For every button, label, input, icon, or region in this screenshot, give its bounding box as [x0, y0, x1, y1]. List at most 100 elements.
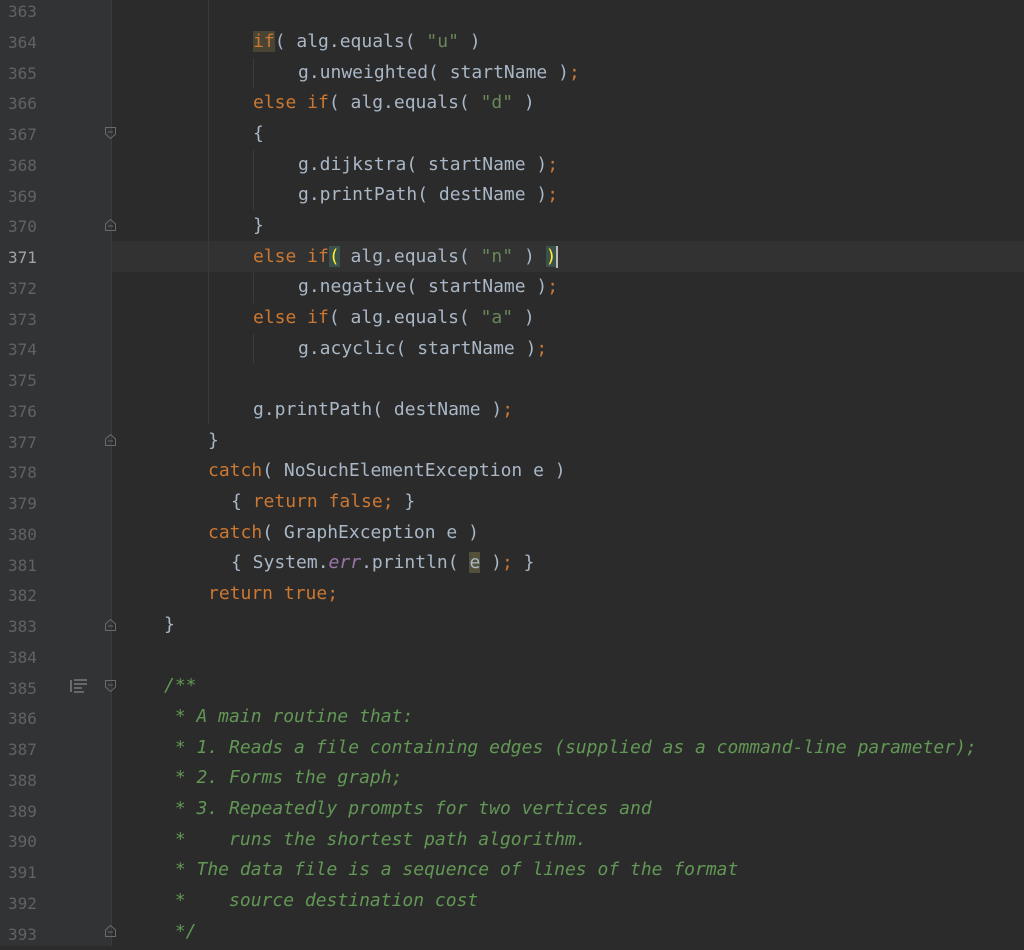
code-line-373[interactable]: else if( alg.equals( "a" )	[253, 303, 535, 334]
code-text: )	[459, 31, 481, 52]
code-text: ( alg.equals(	[275, 31, 427, 52]
doc-comment-line[interactable]: * runs the shortest path algorithm.	[164, 825, 587, 856]
code-line-364[interactable]: if( alg.equals( "u" )	[253, 27, 481, 58]
code-line-365[interactable]: g.unweighted( startName );	[298, 58, 580, 89]
line-number[interactable]: 368	[8, 151, 48, 182]
keyword: return false	[253, 491, 383, 512]
code-text: {	[231, 491, 253, 512]
semicolon: ;	[327, 583, 338, 604]
line-number[interactable]: 364	[8, 28, 48, 59]
code-line-379[interactable]: { return false; }	[231, 487, 415, 518]
gutter-separator	[111, 0, 112, 946]
code-editor[interactable]: 3633643653663673683693703713723733743753…	[0, 0, 1024, 946]
line-number[interactable]: 386	[8, 704, 48, 735]
line-number[interactable]: 378	[8, 458, 48, 489]
render-doc-icon[interactable]	[70, 679, 88, 693]
code-line-368[interactable]: g.dijkstra( startName );	[298, 150, 558, 181]
code-text: ( alg.equals(	[329, 307, 481, 328]
line-number[interactable]: 369	[8, 182, 48, 213]
code-text: g.negative( startName )	[298, 276, 547, 297]
keyword: else if	[253, 246, 329, 267]
doc-comment-line[interactable]: * source destination cost	[164, 886, 478, 917]
line-number[interactable]: 392	[8, 889, 48, 920]
code-line-370[interactable]: }	[253, 211, 264, 242]
doc-comment-line[interactable]: * 2. Forms the graph;	[164, 763, 402, 794]
fold-close-icon[interactable]	[105, 219, 116, 231]
semicolon: ;	[569, 62, 580, 83]
fold-close-icon[interactable]	[105, 925, 116, 937]
code-line-367[interactable]: {	[253, 119, 264, 150]
line-number[interactable]: 365	[8, 59, 48, 90]
doc-comment-line[interactable]: */	[164, 917, 197, 948]
line-number[interactable]: 377	[8, 428, 48, 459]
semicolon: ;	[536, 338, 547, 359]
line-number[interactable]: 363	[8, 0, 48, 28]
line-number[interactable]: 380	[8, 520, 48, 551]
code-line-374[interactable]: g.acyclic( startName );	[298, 334, 547, 365]
fold-close-icon[interactable]	[105, 619, 116, 631]
code-line-383[interactable]: }	[164, 610, 175, 641]
line-number[interactable]: 389	[8, 797, 48, 828]
code-line-382[interactable]: return true;	[208, 579, 338, 610]
line-number[interactable]: 385	[8, 674, 48, 705]
doc-comment-line[interactable]: * 1. Reads a file containing edges (supp…	[164, 733, 977, 764]
code-text: alg.equals(	[340, 246, 481, 267]
doc-comment-line[interactable]: * The data file is a sequence of lines o…	[164, 855, 738, 886]
line-number[interactable]: 366	[8, 89, 48, 120]
semicolon: ;	[547, 184, 558, 205]
indent-guide	[253, 334, 254, 364]
code-text: }	[513, 552, 535, 573]
code-line-381[interactable]: { System.err.println( e ); }	[231, 548, 535, 579]
code-text: g.acyclic( startName )	[298, 338, 536, 359]
line-number[interactable]: 376	[8, 397, 48, 428]
string-literal: "u"	[426, 31, 459, 52]
line-number[interactable]: 372	[8, 274, 48, 305]
code-line-372[interactable]: g.negative( startName );	[298, 272, 558, 303]
line-number[interactable]: 374	[8, 335, 48, 366]
keyword: return true	[208, 583, 327, 604]
code-line-377[interactable]: }	[208, 426, 219, 457]
code-text: ( NoSuchElementException e )	[262, 460, 565, 481]
keyword: catch	[208, 460, 262, 481]
line-number[interactable]: 391	[8, 858, 48, 889]
code-text: }	[394, 491, 416, 512]
code-text: )	[480, 552, 502, 573]
doc-comment-line[interactable]: * A main routine that:	[164, 702, 413, 733]
line-number[interactable]: 367	[8, 120, 48, 151]
line-number[interactable]: 382	[8, 581, 48, 612]
line-number[interactable]: 370	[8, 212, 48, 243]
string-literal: "d"	[481, 92, 514, 113]
keyword: if	[253, 31, 275, 52]
code-text: .println(	[361, 552, 469, 573]
line-number[interactable]: 384	[8, 643, 48, 674]
line-number[interactable]: 393	[8, 920, 48, 950]
fold-close-icon[interactable]	[105, 434, 116, 446]
code-line-376[interactable]: g.printPath( destName );	[253, 395, 513, 426]
line-number[interactable]: 371	[8, 243, 48, 274]
string-literal: "a"	[481, 307, 514, 328]
highlighted-usage: e	[469, 552, 480, 573]
static-field: err	[329, 552, 362, 573]
code-line-366[interactable]: else if( alg.equals( "d" )	[253, 88, 535, 119]
line-number[interactable]: 390	[8, 827, 48, 858]
code-line-369[interactable]: g.printPath( destName );	[298, 180, 558, 211]
code-line-378[interactable]: catch( NoSuchElementException e )	[208, 456, 566, 487]
line-number[interactable]: 379	[8, 489, 48, 520]
keyword: else if	[253, 307, 329, 328]
line-number[interactable]: 383	[8, 612, 48, 643]
line-number[interactable]: 388	[8, 766, 48, 797]
line-number[interactable]: 375	[8, 366, 48, 397]
text-caret	[556, 246, 558, 268]
line-number[interactable]: 381	[8, 551, 48, 582]
doc-comment-line[interactable]: * 3. Repeatedly prompts for two vertices…	[164, 794, 652, 825]
fold-open-icon[interactable]	[105, 680, 116, 692]
doc-comment-line[interactable]: /**	[164, 671, 197, 702]
code-line-371[interactable]: else if( alg.equals( "n" ) )	[253, 242, 558, 273]
line-number[interactable]: 373	[8, 305, 48, 336]
semicolon: ;	[383, 491, 394, 512]
line-number[interactable]: 387	[8, 735, 48, 766]
fold-open-icon[interactable]	[105, 127, 116, 139]
code-text: )	[513, 92, 535, 113]
semicolon: ;	[502, 552, 513, 573]
code-line-380[interactable]: catch( GraphException e )	[208, 518, 479, 549]
